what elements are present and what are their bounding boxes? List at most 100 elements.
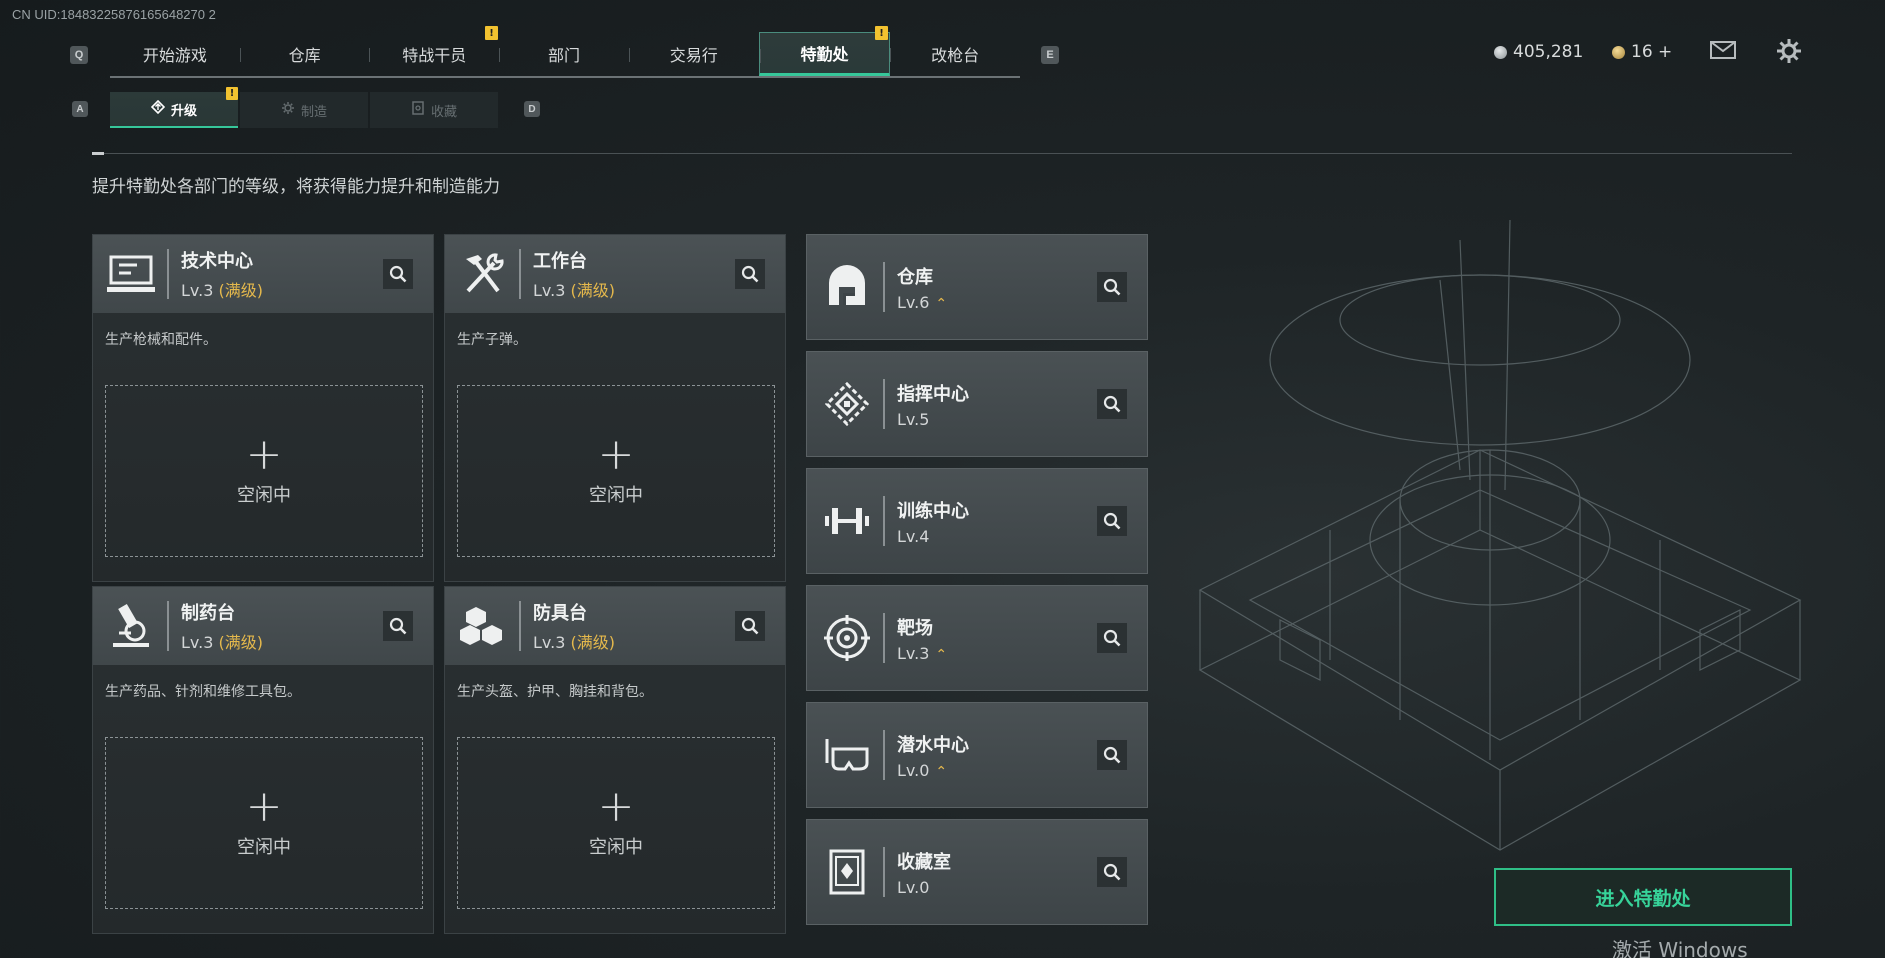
slot-status: 空闲中 xyxy=(237,485,291,506)
craft-card-header[interactable]: 工作台 Lv.3 (满级) xyxy=(445,235,785,313)
building-warehouse[interactable]: 仓库 Lv.6 ⌃ xyxy=(806,234,1148,340)
gold-coin-icon xyxy=(1612,45,1625,59)
hammer-wrench-icon xyxy=(457,248,509,300)
facility-level: Lv.3 xyxy=(533,281,566,300)
building-command-center[interactable]: 指挥中心 Lv.5 xyxy=(806,351,1148,457)
facility-level: Lv.3 xyxy=(533,633,566,652)
microscope-icon xyxy=(105,600,157,652)
tab-department[interactable]: 部门 xyxy=(499,32,629,76)
search-icon[interactable] xyxy=(735,611,765,641)
craft-card-header[interactable]: 技术中心 Lv.3 (满级) xyxy=(93,235,433,313)
header-separator xyxy=(519,601,521,651)
display-case-icon xyxy=(821,846,873,898)
facility-level: Lv.3 xyxy=(181,281,214,300)
warehouse-icon xyxy=(821,261,873,313)
search-icon[interactable] xyxy=(1097,740,1127,770)
facility-description: 生产头盔、护甲、胸挂和背包。 xyxy=(457,684,653,700)
divider-accent xyxy=(92,152,104,155)
mail-icon[interactable] xyxy=(1710,40,1736,64)
tab-special-ops[interactable]: 特勤处 xyxy=(758,32,891,76)
windows-activation-watermark: 激活 Windows xyxy=(1612,938,1748,958)
silver-currency: 405,281 xyxy=(1494,42,1583,62)
building-name: 训练中心 xyxy=(897,500,969,522)
command-center-icon xyxy=(821,378,873,430)
facility-name: 工作台 xyxy=(533,251,587,272)
search-icon[interactable] xyxy=(1097,857,1127,887)
tech-center-icon xyxy=(105,248,157,300)
upgrade-icon xyxy=(150,99,166,118)
facility-name: 制药台 xyxy=(181,603,235,624)
player-uid: CN UID:18483225876165648270 2 xyxy=(12,7,216,22)
building-name: 指挥中心 xyxy=(897,383,969,405)
facility-3d-render xyxy=(1160,200,1850,940)
subtab-upgrade[interactable]: 升级 xyxy=(110,92,238,128)
craft-card-header[interactable]: 制药台 Lv.3 (满级) xyxy=(93,587,433,665)
header-separator xyxy=(167,249,169,299)
search-icon[interactable] xyxy=(383,259,413,289)
header-separator xyxy=(883,262,885,312)
craft-slot-idle[interactable]: + 空闲中 xyxy=(105,385,423,557)
header-divider xyxy=(92,153,1792,154)
building-shooting-range[interactable]: 靶场 Lv.3 ⌃ xyxy=(806,585,1148,691)
subtab-upgrade-label: 升级 xyxy=(170,103,197,119)
craft-card-header[interactable]: 防具台 Lv.3 (满级) xyxy=(445,587,785,665)
facility-description: 生产枪械和配件。 xyxy=(105,332,217,348)
gold-currency[interactable]: 16 + xyxy=(1612,42,1672,62)
max-level-tag: (满级) xyxy=(218,633,264,652)
tab-trade[interactable]: 交易行 xyxy=(628,32,759,76)
subtab-collection[interactable]: 收藏 xyxy=(370,92,498,128)
search-icon[interactable] xyxy=(383,611,413,641)
building-name: 仓库 xyxy=(897,266,933,288)
upgrade-alert-badge: ! xyxy=(226,87,238,100)
search-icon[interactable] xyxy=(1097,272,1127,302)
building-training-center[interactable]: 训练中心 Lv.4 xyxy=(806,468,1148,574)
craft-slot-idle[interactable]: + 空闲中 xyxy=(457,385,775,557)
craft-slot-idle[interactable]: + 空闲中 xyxy=(457,737,775,909)
building-name: 收藏室 xyxy=(897,851,951,873)
slot-status: 空闲中 xyxy=(589,837,643,858)
target-icon xyxy=(821,612,873,664)
add-icon: + xyxy=(597,429,635,480)
key-hint-d: D xyxy=(524,101,540,117)
tab-gunsmith[interactable]: 改枪台 xyxy=(890,32,1020,76)
subtab-craft-label: 制造 xyxy=(300,104,327,120)
gold-amount: 16 + xyxy=(1631,42,1673,62)
max-level-tag: (满级) xyxy=(570,281,616,300)
building-name: 潜水中心 xyxy=(897,734,969,756)
enter-special-ops-button[interactable]: 进入特勤处 xyxy=(1494,868,1792,926)
slot-status: 空闲中 xyxy=(237,837,291,858)
armor-cubes-icon xyxy=(457,600,509,652)
building-level: Lv.0 xyxy=(897,877,930,897)
upgrade-available-icon: ⌃ xyxy=(935,763,948,780)
max-level-tag: (满级) xyxy=(218,281,264,300)
facility-name: 防具台 xyxy=(533,603,587,624)
tab-operators[interactable]: 特战干员 xyxy=(369,32,499,76)
subtab-craft[interactable]: 制造 xyxy=(240,92,368,128)
key-hint-q: Q xyxy=(70,46,88,64)
search-icon[interactable] xyxy=(1097,389,1127,419)
search-icon[interactable] xyxy=(1097,506,1127,536)
upgrade-available-icon: ⌃ xyxy=(935,295,948,312)
building-level: Lv.6 xyxy=(897,292,930,312)
building-dive-center[interactable]: 潜水中心 Lv.0 ⌃ xyxy=(806,702,1148,808)
facility-level: Lv.3 xyxy=(181,633,214,652)
settings-gear-icon[interactable] xyxy=(1776,38,1802,68)
tab-warehouse[interactable]: 仓库 xyxy=(239,32,370,76)
dumbbell-icon xyxy=(821,495,873,547)
add-icon: + xyxy=(245,781,283,832)
header-separator xyxy=(519,249,521,299)
collection-icon xyxy=(411,101,425,119)
search-icon[interactable] xyxy=(1097,623,1127,653)
search-icon[interactable] xyxy=(735,259,765,289)
building-collection-room[interactable]: 收藏室 Lv.0 xyxy=(806,819,1148,925)
craft-card-pharmacy: 制药台 Lv.3 (满级) 生产药品、针剂和维修工具包。 + 空闲中 xyxy=(92,586,434,934)
craft-icon xyxy=(281,101,295,119)
craft-slot-idle[interactable]: + 空闲中 xyxy=(105,737,423,909)
silver-amount: 405,281 xyxy=(1513,42,1584,62)
subtab-collection-label: 收藏 xyxy=(430,104,457,120)
building-level: Lv.0 xyxy=(897,760,930,780)
tab-start-game[interactable]: 开始游戏 xyxy=(110,32,240,76)
building-level: Lv.5 xyxy=(897,409,930,429)
sub-tab-bar: 升级 制造 收藏 xyxy=(110,92,500,128)
facility-name: 技术中心 xyxy=(181,251,253,272)
